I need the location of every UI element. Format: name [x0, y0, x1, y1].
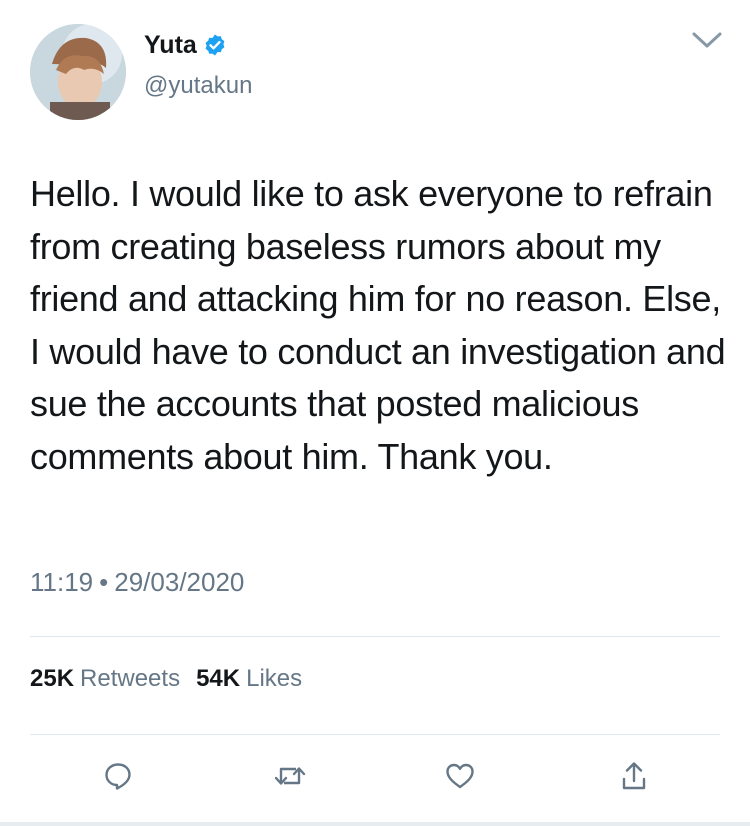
- divider: [30, 636, 720, 637]
- verified-badge-icon: [203, 33, 227, 57]
- retweets-label: Retweets: [80, 665, 181, 692]
- retweet-button[interactable]: [268, 754, 312, 798]
- bottom-border: [0, 822, 750, 826]
- author-name-row[interactable]: Yuta: [144, 30, 227, 60]
- tweet-stats: 25K Retweets 54K Likes: [30, 664, 318, 694]
- tweet-time: 11:19: [30, 567, 94, 597]
- tweet-date: 29/03/2020: [114, 567, 245, 597]
- share-icon: [622, 762, 646, 790]
- tweet-timestamp[interactable]: 11:19 • 29/03/2020: [30, 566, 244, 598]
- retweets-stat[interactable]: 25K Retweets: [30, 664, 180, 694]
- display-name[interactable]: Yuta: [144, 30, 197, 60]
- avatar[interactable]: [30, 24, 126, 120]
- chevron-down-icon[interactable]: [690, 28, 724, 52]
- share-button[interactable]: [612, 754, 656, 798]
- likes-stat[interactable]: 54K Likes: [196, 664, 302, 694]
- tweet-text: Hello. I would like to ask everyone to r…: [30, 173, 726, 477]
- likes-count: 54K: [196, 665, 241, 692]
- reply-icon: [105, 763, 131, 790]
- heart-icon: [446, 763, 474, 789]
- likes-label: Likes: [246, 665, 303, 692]
- divider: [30, 734, 720, 735]
- retweet-icon: [274, 767, 306, 785]
- retweets-count: 25K: [30, 665, 75, 692]
- meta-separator: •: [99, 567, 109, 597]
- author-handle[interactable]: @yutakun: [144, 72, 252, 100]
- reply-button[interactable]: [96, 754, 140, 798]
- like-button[interactable]: [438, 754, 482, 798]
